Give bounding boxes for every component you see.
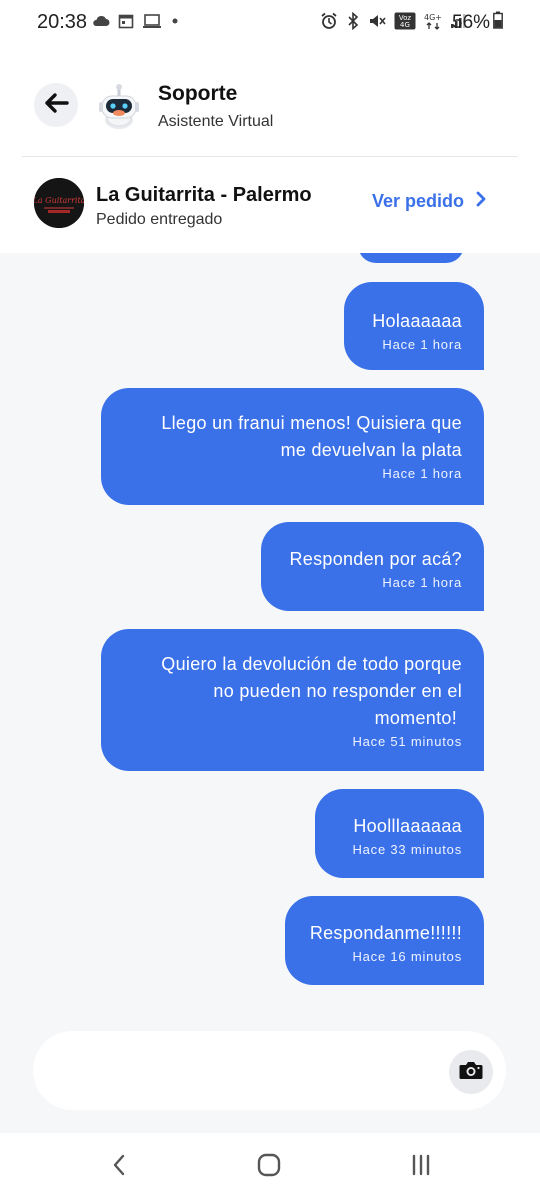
calendar-icon: [118, 13, 134, 34]
back-button[interactable]: [34, 83, 78, 127]
order-bar: La Guitarrita La Guitarrita - Palermo Pe…: [0, 157, 540, 253]
message-bubble: Respondanme!!!!!! Hace 16 minutos: [285, 896, 484, 985]
camera-button[interactable]: [449, 1050, 493, 1094]
message-text: Responden por acá?: [289, 549, 462, 569]
message-text: Holaaaaaa: [372, 311, 462, 331]
system-nav-bar: [0, 1133, 540, 1200]
battery-status: 56%: [452, 11, 503, 35]
alarm-icon: [320, 12, 338, 35]
volte-icon: Voz 4G: [394, 12, 416, 35]
message-time: Hace 51 minutos: [352, 734, 462, 749]
status-bar: 20:38 Voz 4G 4G+ 56%: [0, 0, 540, 46]
chat-area[interactable]: Holaaaaaa Hace 1 hora Llego un franui me…: [0, 253, 540, 1133]
message-bubble: Holaaaaaa Hace 1 hora: [344, 282, 484, 370]
view-order-label: Ver pedido: [372, 191, 465, 211]
laptop-icon: [142, 13, 162, 34]
robot-avatar-icon: [94, 80, 144, 130]
message-time: Hace 1 hora: [382, 466, 462, 481]
store-name: La Guitarrita - Palermo: [96, 184, 312, 206]
message-bubble: Hoolllaaaaaa Hace 33 minutos: [315, 789, 484, 878]
mute-icon: [368, 12, 386, 35]
message-bubble: Responden por acá? Hace 1 hora: [261, 522, 484, 611]
svg-text:4G+: 4G+: [424, 13, 442, 22]
message-time: Hace 1 hora: [382, 337, 462, 352]
message-text: Respondanme!!!!!!: [309, 923, 462, 943]
recents-icon: [410, 1154, 432, 1181]
message-time: Hace 1 hora: [382, 575, 462, 590]
view-order-button[interactable]: Ver pedido: [372, 191, 486, 212]
message-time: Hace 33 minutos: [352, 842, 462, 857]
nav-recents-button[interactable]: [401, 1152, 441, 1182]
dot-icon: [170, 13, 180, 34]
status-left-icons: [92, 13, 180, 34]
nav-home-button[interactable]: [249, 1152, 289, 1182]
message-text: Quiero la devolución de todo porque no p…: [161, 654, 462, 728]
message-bubble: Llego un franui menos! Quisiera que me d…: [101, 388, 484, 505]
message-time: Hace 16 minutos: [352, 949, 462, 964]
bluetooth-icon: [346, 11, 360, 35]
store-logo: La Guitarrita: [34, 178, 84, 228]
message-input[interactable]: [33, 1031, 506, 1110]
message-text: Hoolllaaaaaa: [353, 816, 462, 836]
chat-subtitle: Asistente Virtual: [158, 113, 274, 130]
message-bubble-partial: [358, 253, 464, 263]
battery-percent: 56%: [452, 12, 491, 33]
nav-back-button[interactable]: [99, 1152, 139, 1182]
chevron-left-icon: [111, 1153, 127, 1182]
home-icon: [256, 1152, 282, 1183]
store-logo-text: La Guitarrita: [34, 196, 84, 205]
status-right-icons: Voz 4G 4G+: [320, 11, 466, 35]
4g-icon: 4G+: [424, 12, 442, 35]
message-bubble: Quiero la devolución de todo porque no p…: [101, 629, 484, 771]
chat-header: Soporte Asistente Virtual: [0, 46, 540, 157]
arrow-left-icon: [43, 92, 69, 119]
status-time: 20:38: [37, 11, 88, 33]
order-status: Pedido entregado: [96, 211, 223, 228]
cloud-icon: [92, 14, 110, 33]
svg-text:4G: 4G: [400, 21, 410, 29]
camera-icon: [458, 1059, 484, 1086]
message-text: Llego un franui menos! Quisiera que me d…: [161, 413, 462, 460]
chevron-right-icon: [476, 191, 486, 212]
battery-icon: [493, 11, 503, 35]
chat-title: Soporte: [158, 82, 238, 105]
